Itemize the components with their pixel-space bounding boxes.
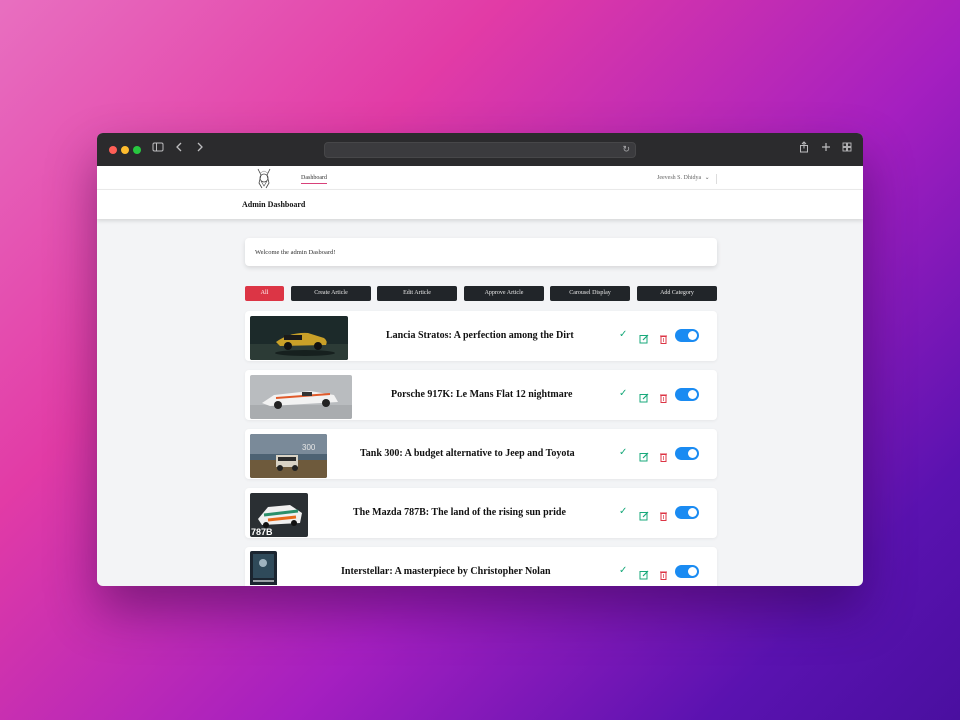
page-header: Admin Dashboard xyxy=(97,190,863,219)
article-title[interactable]: Lancia Stratos: A perfection among the D… xyxy=(386,311,574,361)
carousel-display-button[interactable]: Carousel Display xyxy=(550,286,630,301)
edit-icon[interactable] xyxy=(639,508,649,521)
tab-overview-icon[interactable] xyxy=(842,141,852,157)
approve-check-icon[interactable]: ✓ xyxy=(619,506,627,517)
approve-article-button[interactable]: Approve Article xyxy=(464,286,544,301)
welcome-text: Welcome the admin Dasboard! xyxy=(255,249,336,256)
user-name: Jeevesh S. Dhidya xyxy=(657,175,702,181)
article-actions: ✓ xyxy=(615,387,705,403)
welcome-banner: Welcome the admin Dasboard! xyxy=(245,238,717,266)
address-bar[interactable]: ↻ xyxy=(324,142,636,158)
sidebar-icon[interactable] xyxy=(152,141,164,157)
toggle-knob xyxy=(688,390,697,399)
article-card: Interstellar: A masterpiece by Christoph… xyxy=(245,547,717,586)
article-card: 300 Tank 300: A budget alternative to Je… xyxy=(245,429,717,479)
approve-check-icon[interactable]: ✓ xyxy=(619,447,627,458)
trash-icon[interactable] xyxy=(659,331,668,344)
approve-check-icon[interactable]: ✓ xyxy=(619,565,627,576)
new-tab-icon[interactable] xyxy=(821,141,831,157)
article-actions: ✓ xyxy=(615,328,705,344)
trash-icon[interactable] xyxy=(659,390,668,403)
top-navbar: Dashboard Jeevesh S. Dhidya ⌄ xyxy=(97,166,863,190)
toggle-knob xyxy=(688,567,697,576)
share-icon[interactable] xyxy=(799,141,809,157)
publish-toggle[interactable] xyxy=(675,388,699,401)
publish-toggle[interactable] xyxy=(675,329,699,342)
zoom-window-button[interactable] xyxy=(133,146,141,154)
article-title[interactable]: Porsche 917K: Le Mans Flat 12 nightmare xyxy=(391,370,572,420)
svg-text:300: 300 xyxy=(302,443,316,452)
site-logo[interactable] xyxy=(254,167,274,189)
article-thumbnail: 300 xyxy=(250,434,327,478)
article-thumbnail xyxy=(250,316,348,360)
close-window-button[interactable] xyxy=(109,146,117,154)
toggle-knob xyxy=(688,331,697,340)
approve-check-icon[interactable]: ✓ xyxy=(619,329,627,340)
reload-icon[interactable]: ↻ xyxy=(622,144,630,155)
forward-icon[interactable] xyxy=(196,141,204,157)
edit-icon[interactable] xyxy=(639,449,649,462)
article-card: Porsche 917K: Le Mans Flat 12 nightmare … xyxy=(245,370,717,420)
user-menu[interactable]: Jeevesh S. Dhidya ⌄ xyxy=(657,174,717,184)
article-title[interactable]: Interstellar: A masterpiece by Christoph… xyxy=(341,547,551,586)
publish-toggle[interactable] xyxy=(675,447,699,460)
article-card: 787B The Mazda 787B: The land of the ris… xyxy=(245,488,717,538)
publish-toggle[interactable] xyxy=(675,506,699,519)
browser-titlebar: ↻ xyxy=(97,133,863,166)
create-article-button[interactable]: Create Article xyxy=(291,286,371,301)
article-title[interactable]: The Mazda 787B: The land of the rising s… xyxy=(353,488,566,538)
article-thumbnail xyxy=(250,551,277,586)
trash-icon[interactable] xyxy=(659,508,668,521)
article-actions: ✓ xyxy=(615,505,705,521)
trash-icon[interactable] xyxy=(659,449,668,462)
edit-icon[interactable] xyxy=(639,390,649,403)
edit-icon[interactable] xyxy=(639,331,649,344)
minimize-window-button[interactable] xyxy=(121,146,129,154)
article-card: Lancia Stratos: A perfection among the D… xyxy=(245,311,717,361)
trash-icon[interactable] xyxy=(659,567,668,580)
article-thumbnail xyxy=(250,375,352,419)
toggle-knob xyxy=(688,449,697,458)
add-category-button[interactable]: Add Category xyxy=(637,286,717,301)
action-toolbar: All Create Article Edit Article Approve … xyxy=(245,286,717,301)
article-thumbnail: 787B xyxy=(250,493,308,537)
main-content: Welcome the admin Dasboard! All Create A… xyxy=(97,220,863,586)
article-title[interactable]: Tank 300: A budget alternative to Jeep a… xyxy=(360,429,575,479)
chevron-down-icon: ⌄ xyxy=(704,175,710,181)
page-title: Admin Dashboard xyxy=(242,200,306,209)
back-icon[interactable] xyxy=(175,141,183,157)
all-articles-button[interactable]: All xyxy=(245,286,284,301)
edit-article-button[interactable]: Edit Article xyxy=(377,286,457,301)
publish-toggle[interactable] xyxy=(675,565,699,578)
browser-window: ↻ Dashboard Jeevesh S. Dhidya ⌄ Admin Da xyxy=(97,133,863,586)
toggle-knob xyxy=(688,508,697,517)
approve-check-icon[interactable]: ✓ xyxy=(619,388,627,399)
article-actions: ✓ xyxy=(615,564,705,580)
nav-dashboard-link[interactable]: Dashboard xyxy=(301,175,327,184)
svg-text:787B: 787B xyxy=(251,527,273,537)
edit-icon[interactable] xyxy=(639,567,649,580)
article-actions: ✓ xyxy=(615,446,705,462)
